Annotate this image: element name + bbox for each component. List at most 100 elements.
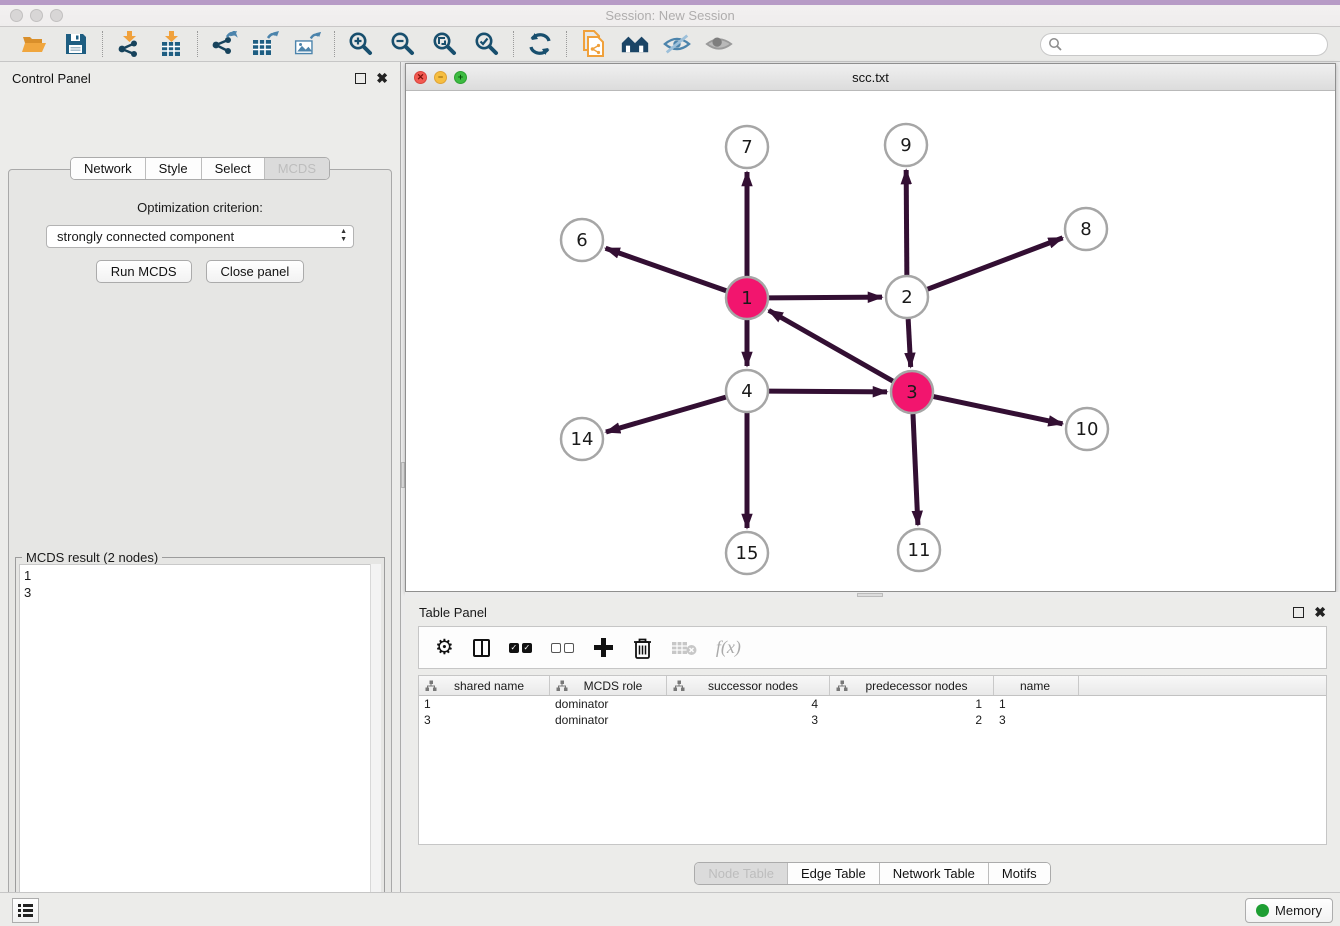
network-window-titlebar[interactable]: ✕ − + scc.txt xyxy=(406,64,1335,91)
edge-2-8[interactable] xyxy=(928,238,1063,289)
tab-style[interactable]: Style xyxy=(145,158,201,179)
node-table[interactable]: shared nameMCDS rolesuccessor nodesprede… xyxy=(418,675,1327,845)
import-table-icon[interactable] xyxy=(157,30,185,58)
edge-4-3[interactable] xyxy=(769,391,887,392)
close-panel-button[interactable]: Close panel xyxy=(206,260,305,283)
tab-network[interactable]: Network xyxy=(71,158,145,179)
export-network-icon[interactable] xyxy=(210,30,238,58)
column-header-name[interactable]: name xyxy=(994,676,1079,695)
splitter-grip[interactable] xyxy=(857,593,883,597)
table-header-row: shared nameMCDS rolesuccessor nodesprede… xyxy=(419,676,1326,696)
table-panel-title: Table Panel xyxy=(419,605,487,620)
column-header-successor-nodes[interactable]: successor nodes xyxy=(667,676,830,695)
show-all-icon[interactable] xyxy=(705,30,733,58)
mcds-result-group: MCDS result (2 nodes) 13 xyxy=(15,557,385,926)
cell-MCDS-role[interactable]: dominator xyxy=(550,697,667,711)
network-window-title: scc.txt xyxy=(852,70,889,85)
task-history-button[interactable] xyxy=(12,898,39,923)
main-toolbar xyxy=(0,27,1340,62)
node-label-7: 7 xyxy=(741,137,752,158)
first-neighbors-icon[interactable] xyxy=(621,30,649,58)
hide-selected-icon[interactable] xyxy=(663,30,691,58)
cell-successor-nodes[interactable]: 4 xyxy=(667,697,830,711)
status-bar: Memory xyxy=(0,892,1340,926)
export-table-icon[interactable] xyxy=(252,30,280,58)
zoom-fit-icon[interactable] xyxy=(431,30,459,58)
window-title: Session: New Session xyxy=(0,8,1340,23)
mcds-panel: Optimization criterion: strongly connect… xyxy=(8,169,392,926)
network-minimize-icon[interactable]: − xyxy=(434,71,447,84)
cell-successor-nodes[interactable]: 3 xyxy=(667,713,830,727)
import-network-icon[interactable] xyxy=(115,30,143,58)
column-header-shared-name[interactable]: shared name xyxy=(419,676,550,695)
tab-node-table[interactable]: Node Table xyxy=(695,863,787,884)
close-panel-icon[interactable]: ✖ xyxy=(376,73,388,84)
window-titlebar: Session: New Session xyxy=(0,0,1340,27)
tab-motifs[interactable]: Motifs xyxy=(988,863,1050,884)
network-graph[interactable]: 7968124314101511 xyxy=(406,91,1335,591)
clone-network-icon[interactable] xyxy=(579,30,607,58)
cell-shared-name[interactable]: 1 xyxy=(419,697,550,711)
cell-name[interactable]: 3 xyxy=(994,713,1079,727)
tab-network-table[interactable]: Network Table xyxy=(879,863,988,884)
apply-layout-icon[interactable] xyxy=(526,30,554,58)
table-toolbar: ⚙ ✓✓ f(x) xyxy=(418,626,1327,669)
column-header-predecessor-nodes[interactable]: predecessor nodes xyxy=(830,676,994,695)
function-builder-icon: f(x) xyxy=(716,635,741,661)
window-top-accent xyxy=(0,0,1340,5)
network-canvas[interactable]: 7968124314101511 xyxy=(406,91,1335,591)
network-window: ✕ − + scc.txt 7968124314101511 xyxy=(405,63,1336,592)
close-table-panel-icon[interactable]: ✖ xyxy=(1314,607,1326,618)
result-line: 3 xyxy=(24,584,376,601)
task-list-icon xyxy=(18,904,33,917)
edge-3-11[interactable] xyxy=(913,414,918,525)
tab-mcds[interactable]: MCDS xyxy=(264,158,329,179)
node-label-15: 15 xyxy=(736,543,759,564)
zoom-out-icon[interactable] xyxy=(389,30,417,58)
run-mcds-button[interactable]: Run MCDS xyxy=(96,260,192,283)
deselect-all-columns-icon[interactable] xyxy=(551,635,574,661)
search-input[interactable] xyxy=(1040,33,1328,56)
cell-name[interactable]: 1 xyxy=(994,697,1079,711)
select-all-columns-icon[interactable]: ✓✓ xyxy=(509,635,532,661)
node-label-6: 6 xyxy=(576,230,587,251)
add-column-icon[interactable] xyxy=(593,635,614,661)
table-body: 1dominator4113dominator323 xyxy=(419,696,1326,728)
result-line: 1 xyxy=(24,567,376,584)
table-row[interactable]: 1dominator411 xyxy=(419,696,1326,712)
edge-2-3[interactable] xyxy=(908,319,911,367)
edge-2-9[interactable] xyxy=(906,170,907,275)
export-image-icon[interactable] xyxy=(294,30,322,58)
tab-select[interactable]: Select xyxy=(201,158,264,179)
zoom-selected-icon[interactable] xyxy=(473,30,501,58)
network-maximize-icon[interactable]: + xyxy=(454,71,467,84)
cell-predecessor-nodes[interactable]: 1 xyxy=(830,697,994,711)
edge-4-14[interactable] xyxy=(606,397,726,432)
save-session-icon[interactable] xyxy=(62,30,90,58)
criterion-select[interactable]: strongly connected component ▲▼ xyxy=(46,225,354,248)
split-columns-icon[interactable] xyxy=(473,635,490,661)
delete-table-icon xyxy=(671,635,697,661)
edge-1-2[interactable] xyxy=(769,297,882,298)
node-label-10: 10 xyxy=(1076,419,1099,440)
network-close-icon[interactable]: ✕ xyxy=(414,71,427,84)
float-panel-icon[interactable] xyxy=(355,73,366,84)
table-row[interactable]: 3dominator323 xyxy=(419,712,1326,728)
edge-3-1[interactable] xyxy=(769,310,893,381)
zoom-in-icon[interactable] xyxy=(347,30,375,58)
open-file-icon[interactable] xyxy=(20,30,48,58)
float-table-panel-icon[interactable] xyxy=(1293,607,1304,618)
memory-label: Memory xyxy=(1275,903,1322,918)
table-settings-icon[interactable]: ⚙ xyxy=(435,635,454,661)
mcds-result-text[interactable]: 13 xyxy=(19,564,381,926)
tab-edge-table[interactable]: Edge Table xyxy=(787,863,879,884)
result-scrollbar[interactable] xyxy=(370,564,381,926)
edge-1-6[interactable] xyxy=(606,248,727,290)
cell-shared-name[interactable]: 3 xyxy=(419,713,550,727)
edge-3-10[interactable] xyxy=(934,397,1063,424)
column-header-MCDS-role[interactable]: MCDS role xyxy=(550,676,667,695)
cell-predecessor-nodes[interactable]: 2 xyxy=(830,713,994,727)
delete-column-icon[interactable] xyxy=(633,635,652,661)
cell-MCDS-role[interactable]: dominator xyxy=(550,713,667,727)
memory-button[interactable]: Memory xyxy=(1245,898,1333,923)
